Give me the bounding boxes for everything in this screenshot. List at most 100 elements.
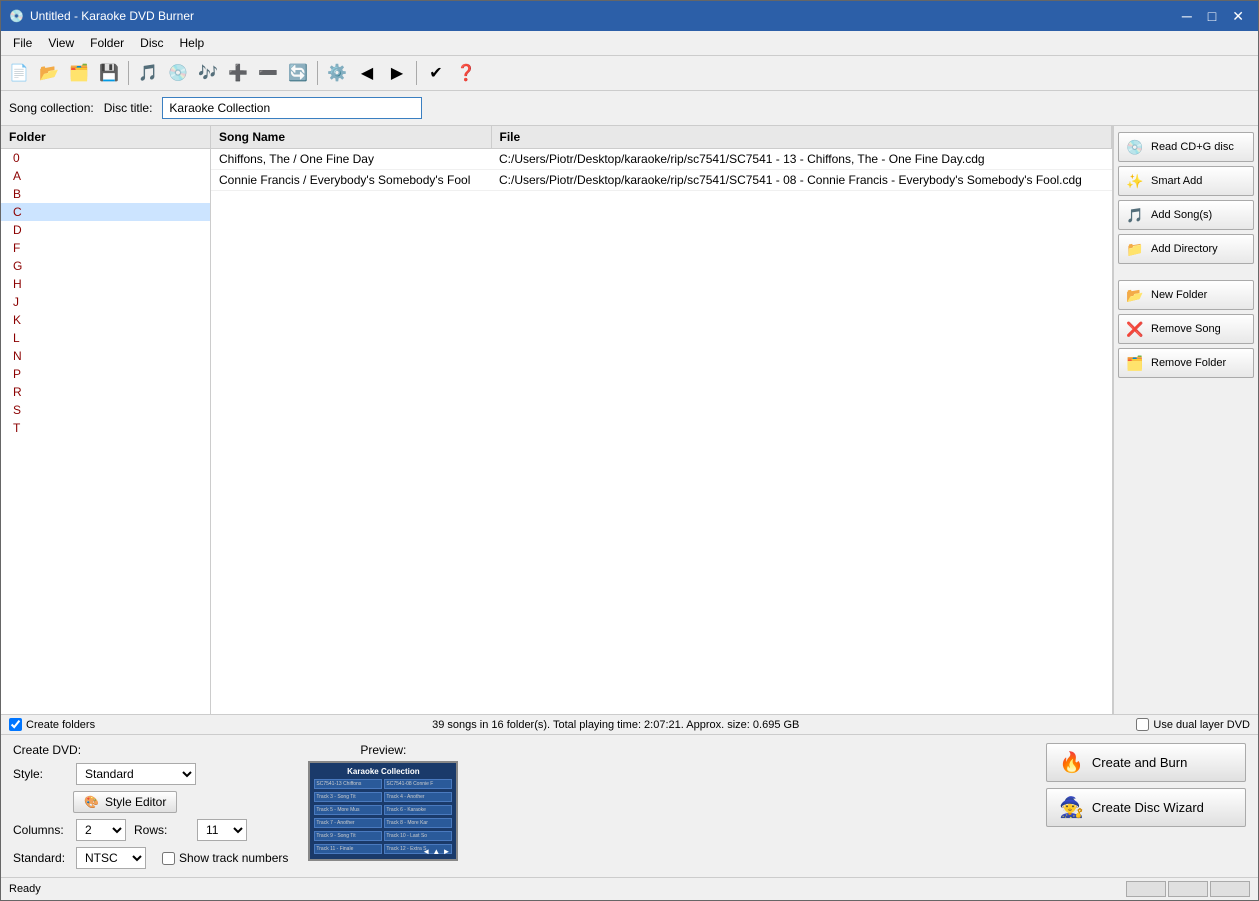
toolbar-sep-2 xyxy=(317,61,318,85)
maximize-button[interactable]: □ xyxy=(1202,6,1222,26)
dvd-right: 🔥 Create and Burn 🧙 Create Disc Wizard xyxy=(1046,743,1246,827)
toolbar-help[interactable]: ❓ xyxy=(452,59,480,87)
toolbar-forward[interactable]: ▶ xyxy=(383,59,411,87)
toolbar-note[interactable]: 🎶 xyxy=(194,59,222,87)
folder-item-b[interactable]: B xyxy=(1,185,210,203)
status-panels xyxy=(1126,881,1250,897)
folder-item-f[interactable]: F xyxy=(1,239,210,257)
file-cell: C:/Users/Piotr/Desktop/karaoke/rip/sc754… xyxy=(491,149,1112,170)
preview-cell: Track 9 - Song Tit xyxy=(314,831,382,841)
preview-box: Karaoke Collection SC7541-13 ChiffonsSC7… xyxy=(308,761,458,861)
folder-item-r[interactable]: R xyxy=(1,383,210,401)
preview-cell: Track 10 - Last So xyxy=(384,831,452,841)
folder-item-n[interactable]: N xyxy=(1,347,210,365)
toolbar-cd[interactable]: 💿 xyxy=(164,59,192,87)
new-folder-label: New Folder xyxy=(1151,289,1207,301)
disc-title-label: Disc title: xyxy=(104,101,153,115)
folder-item-t[interactable]: T xyxy=(1,419,210,437)
menu-folder[interactable]: Folder xyxy=(82,33,132,53)
folder-item-a[interactable]: A xyxy=(1,167,210,185)
read-cdg-disc-button[interactable]: 💿Read CD+G disc xyxy=(1118,132,1254,162)
dual-layer-checkbox[interactable] xyxy=(1136,718,1149,731)
smart-add-label: Smart Add xyxy=(1151,175,1202,187)
add-directory-button[interactable]: 📁Add Directory xyxy=(1118,234,1254,264)
style-editor-label: Style Editor xyxy=(105,795,166,809)
folder-item-c[interactable]: C xyxy=(1,203,210,221)
status-bar: Create folders 39 songs in 16 folder(s).… xyxy=(1,714,1258,734)
toolbar-new[interactable]: 📄 xyxy=(5,59,33,87)
style-select[interactable]: Standard Classic Modern Elegant xyxy=(76,763,196,785)
close-button[interactable]: ✕ xyxy=(1226,6,1250,26)
add-directory-label: Add Directory xyxy=(1151,243,1218,255)
menubar: File View Folder Disc Help xyxy=(1,31,1258,56)
app-title: Untitled - Karaoke DVD Burner xyxy=(30,9,194,23)
toolbar-open[interactable]: 📂 xyxy=(35,59,63,87)
table-row[interactable]: Chiffons, The / One Fine DayC:/Users/Pio… xyxy=(211,149,1112,170)
right-panel: 💿Read CD+G disc ✨Smart Add 🎵Add Song(s) 📁Ad… xyxy=(1113,126,1258,714)
smart-add-button[interactable]: ✨Smart Add xyxy=(1118,166,1254,196)
folder-item-k[interactable]: K xyxy=(1,311,210,329)
preview-grid: SC7541-13 ChiffonsSC7541-08 Connie FTrac… xyxy=(314,779,452,855)
toolbar-settings[interactable]: ⚙️ xyxy=(323,59,351,87)
bottom-statusbar: Ready xyxy=(1,877,1258,900)
new-folder-button[interactable]: 📂New Folder xyxy=(1118,280,1254,310)
menu-file[interactable]: File xyxy=(5,33,40,53)
minimize-button[interactable]: ─ xyxy=(1176,6,1198,26)
toolbar-check[interactable]: ✔ xyxy=(422,59,450,87)
folder-item-s[interactable]: S xyxy=(1,401,210,419)
folder-item-h[interactable]: H xyxy=(1,275,210,293)
song-table: Song Name File Chiffons, The / One Fine … xyxy=(211,126,1112,191)
style-row: Style: Standard Classic Modern Elegant xyxy=(13,763,288,785)
create-folders-checkbox[interactable] xyxy=(9,718,22,731)
toolbar-add[interactable]: ➕ xyxy=(224,59,252,87)
table-row[interactable]: Connie Francis / Everybody's Somebody's … xyxy=(211,170,1112,191)
preview-label: Preview: xyxy=(360,743,406,757)
folder-item-0[interactable]: 0 xyxy=(1,149,210,167)
remove-folder-button[interactable]: 🗂️Remove Folder xyxy=(1118,348,1254,378)
folder-header: Folder xyxy=(1,126,210,149)
toolbar-remove[interactable]: ➖ xyxy=(254,59,282,87)
show-track-numbers-row[interactable]: Show track numbers xyxy=(162,851,288,865)
toolbar-save[interactable]: 💾 xyxy=(95,59,123,87)
toolbar-back[interactable]: ◀ xyxy=(353,59,381,87)
create-wizard-label: Create Disc Wizard xyxy=(1092,800,1204,815)
toolbar-sep-3 xyxy=(416,61,417,85)
folder-panel: Folder 0ABCDFGHJKLNPRST xyxy=(1,126,211,714)
create-disc-wizard-button[interactable]: 🧙 Create Disc Wizard xyxy=(1046,788,1246,827)
menu-disc[interactable]: Disc xyxy=(132,33,171,53)
song-collection-label: Song collection: xyxy=(9,101,94,115)
menu-view[interactable]: View xyxy=(40,33,82,53)
create-and-burn-button[interactable]: 🔥 Create and Burn xyxy=(1046,743,1246,782)
folder-item-j[interactable]: J xyxy=(1,293,210,311)
status-panel-3 xyxy=(1210,881,1250,897)
read-cdg-disc-label: Read CD+G disc xyxy=(1151,141,1234,153)
folder-item-d[interactable]: D xyxy=(1,221,210,239)
toolbar-open-folder[interactable]: 🗂️ xyxy=(65,59,93,87)
create-folders-row[interactable]: Create folders xyxy=(9,718,95,731)
style-label: Style: xyxy=(13,767,68,781)
standard-select[interactable]: NTSC PAL xyxy=(76,847,146,869)
menu-help[interactable]: Help xyxy=(172,33,213,53)
folder-list: 0ABCDFGHJKLNPRST xyxy=(1,149,210,437)
remove-song-button[interactable]: ❌Remove Song xyxy=(1118,314,1254,344)
preview-cell: SC7541-13 Chiffons xyxy=(314,779,382,789)
style-editor-button[interactable]: 🎨 Style Editor xyxy=(73,791,177,813)
create-burn-label: Create and Burn xyxy=(1092,755,1187,770)
folder-item-l[interactable]: L xyxy=(1,329,210,347)
columns-select[interactable]: 2 1 3 4 xyxy=(76,819,126,841)
toolbar-refresh[interactable]: 🔄 xyxy=(284,59,312,87)
song-name-cell: Chiffons, The / One Fine Day xyxy=(211,149,491,170)
rows-select[interactable]: 8 9 10 11 12 xyxy=(197,819,247,841)
disc-title-input[interactable] xyxy=(162,97,422,119)
folder-item-p[interactable]: P xyxy=(1,365,210,383)
show-track-numbers-checkbox[interactable] xyxy=(162,852,175,865)
toolbar-music[interactable]: 🎵 xyxy=(134,59,162,87)
song-name-cell: Connie Francis / Everybody's Somebody's … xyxy=(211,170,491,191)
create-wizard-icon: 🧙 xyxy=(1059,795,1084,820)
status-panel-1 xyxy=(1126,881,1166,897)
preview-cell: Track 5 - More Mus xyxy=(314,805,382,815)
right-panel-sep xyxy=(1118,268,1254,276)
folder-item-g[interactable]: G xyxy=(1,257,210,275)
dual-layer-row[interactable]: Use dual layer DVD xyxy=(1136,718,1250,731)
add-songs-button[interactable]: 🎵Add Song(s) xyxy=(1118,200,1254,230)
